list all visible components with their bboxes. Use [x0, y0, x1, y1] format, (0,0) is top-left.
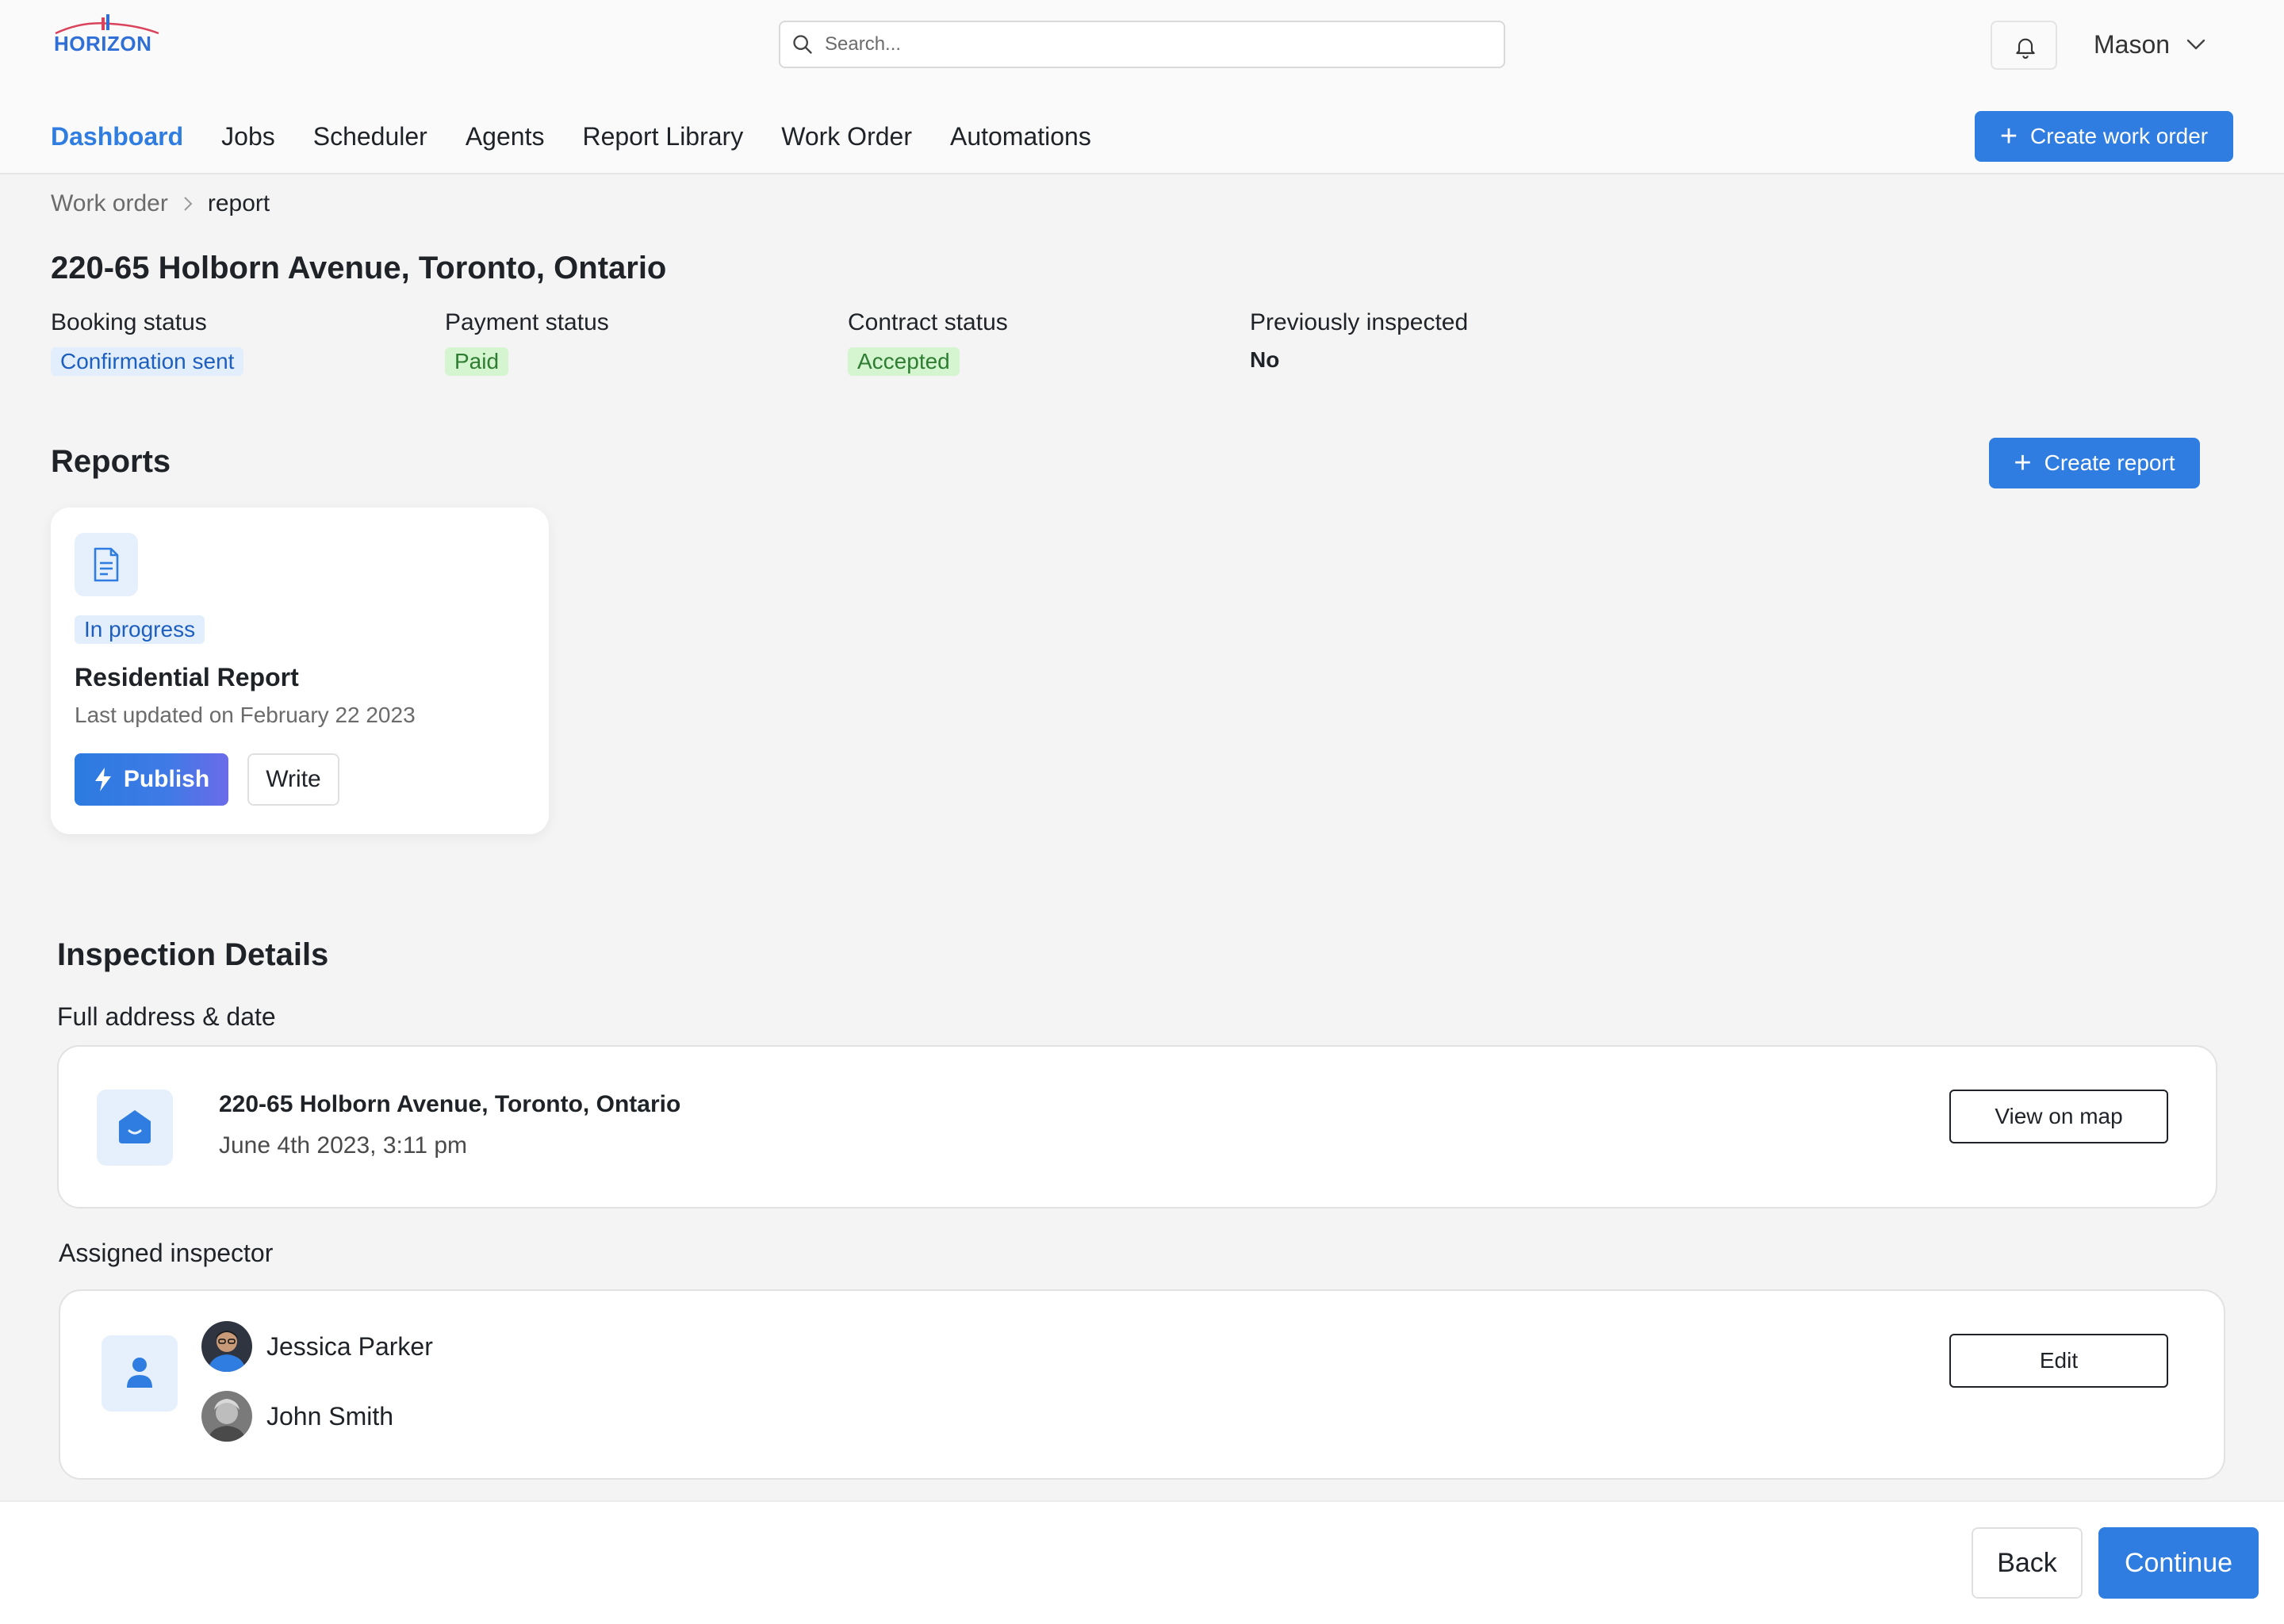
payment-status-badge: Paid	[445, 347, 509, 376]
payment-status-label: Payment status	[445, 309, 609, 335]
inspector-name: John Smith	[266, 1401, 394, 1431]
continue-button[interactable]: Continue	[2098, 1527, 2259, 1599]
home-icon	[119, 1110, 151, 1143]
contract-status-label: Contract status	[848, 309, 1008, 335]
inspection-address: 220-65 Holborn Avenue, Toronto, Ontario	[219, 1091, 681, 1117]
contract-status-badge: Accepted	[848, 347, 960, 376]
inspection-date: June 4th 2023, 3:11 pm	[219, 1132, 468, 1159]
nav-jobs[interactable]: Jobs	[221, 117, 275, 155]
bell-icon	[2016, 38, 2035, 59]
report-card[interactable]: In progress Residential Report Last upda…	[51, 508, 549, 834]
report-icon-tile	[75, 533, 138, 596]
avatar	[201, 1391, 252, 1442]
document-icon	[94, 547, 119, 582]
previously-inspected-value: No	[1250, 347, 1280, 372]
search-icon	[793, 35, 812, 54]
search-bar[interactable]	[779, 21, 1505, 68]
inspection-details-title: Inspection Details	[57, 937, 329, 972]
booking-status: Booking status Confirmation sent	[51, 309, 244, 376]
nav-dashboard[interactable]: Dashboard	[51, 117, 183, 155]
previously-inspected: Previously inspected No	[1250, 309, 1468, 373]
inspector-icon-tile	[102, 1335, 178, 1411]
address-icon-tile	[97, 1090, 173, 1166]
previously-inspected-label: Previously inspected	[1250, 309, 1469, 335]
plus-icon: +	[2014, 446, 2032, 480]
logo-text: HORIZON	[54, 32, 152, 56]
horizon-logo[interactable]: HORIZON	[51, 14, 162, 59]
inspector-row[interactable]: John Smith	[201, 1391, 393, 1442]
create-work-order-label: Create work order	[2030, 124, 2209, 148]
breadcrumb: Work order report	[51, 190, 270, 217]
nav-automations[interactable]: Automations	[950, 117, 1091, 155]
footer-bar: Back Continue	[0, 1500, 2284, 1624]
write-button[interactable]: Write	[247, 753, 339, 806]
payment-status: Payment status Paid	[445, 309, 609, 376]
person-icon	[127, 1358, 152, 1388]
lightning-icon	[94, 768, 111, 791]
search-input[interactable]	[825, 29, 1491, 60]
main-nav: Dashboard Jobs Scheduler Agents Report L…	[51, 117, 1129, 155]
notifications-button[interactable]	[1991, 21, 2057, 70]
avatar	[201, 1321, 252, 1372]
publish-label: Publish	[123, 766, 210, 792]
edit-inspector-button[interactable]: Edit	[1949, 1334, 2168, 1388]
inspector-name: Jessica Parker	[266, 1331, 433, 1361]
report-name: Residential Report	[75, 663, 299, 691]
reports-title: Reports	[51, 444, 171, 479]
inspector-section-label: Assigned inspector	[59, 1239, 274, 1267]
nav-work-order[interactable]: Work Order	[781, 117, 912, 155]
view-on-map-button[interactable]: View on map	[1949, 1090, 2168, 1143]
chevron-right-icon	[184, 197, 193, 211]
breadcrumb-current: report	[207, 190, 270, 216]
address-section-label: Full address & date	[57, 1002, 276, 1031]
page-title: 220-65 Holborn Avenue, Toronto, Ontario	[51, 251, 667, 285]
booking-status-label: Booking status	[51, 309, 207, 335]
report-updated: Last updated on February 22 2023	[75, 703, 416, 727]
chevron-down-icon	[2186, 39, 2205, 50]
status-row: Booking status Confirmation sent Payment…	[51, 309, 1637, 381]
contract-status: Contract status Accepted	[848, 309, 1008, 376]
inspector-row[interactable]: Jessica Parker	[201, 1321, 433, 1372]
nav-scheduler[interactable]: Scheduler	[313, 117, 427, 155]
report-status-badge: In progress	[75, 615, 205, 644]
top-bar: HORIZON Mason Dashboard Jobs Scheduler A…	[0, 0, 2284, 174]
create-report-label: Create report	[2044, 450, 2175, 475]
breadcrumb-work-order[interactable]: Work order	[51, 190, 168, 217]
nav-report-library[interactable]: Report Library	[582, 117, 743, 155]
user-menu[interactable]: Mason	[2094, 27, 2206, 62]
create-work-order-button[interactable]: + Create work order	[1975, 111, 2233, 162]
publish-button[interactable]: Publish	[75, 753, 228, 806]
create-report-button[interactable]: + Create report	[1989, 438, 2200, 488]
back-button[interactable]: Back	[1972, 1527, 2083, 1599]
booking-status-badge: Confirmation sent	[51, 347, 244, 376]
user-name: Mason	[2094, 29, 2171, 59]
plus-icon: +	[1999, 120, 2018, 153]
nav-agents[interactable]: Agents	[466, 117, 545, 155]
address-card: 220-65 Holborn Avenue, Toronto, Ontario …	[57, 1045, 2217, 1208]
inspector-card: Jessica Parker John Smith Edit	[59, 1289, 2225, 1480]
